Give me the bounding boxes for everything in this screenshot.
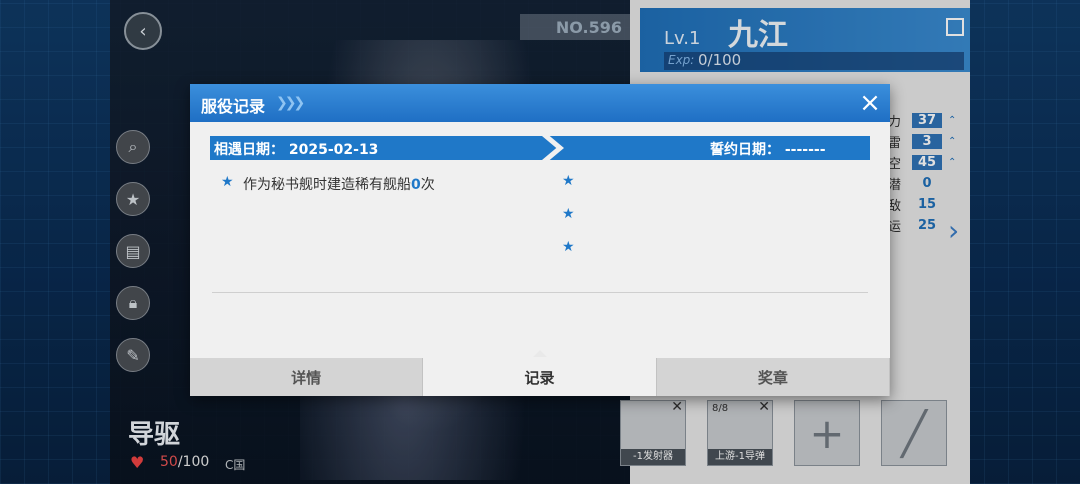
record-suffix: 次 — [420, 177, 435, 193]
chevrons-icon: ❯❯❯ — [276, 95, 305, 111]
record-item: 作为秘书舰时建造稀有舰船0次 — [243, 174, 435, 194]
dialog-title: 服役记录 — [201, 97, 266, 116]
arrow-divider — [542, 136, 564, 160]
met-date: 相遇日期： 2025-02-13 — [214, 139, 378, 159]
date-bar: 相遇日期： 2025-02-13 誓约日期： ------- — [210, 136, 870, 160]
oath-date-value: ------- — [784, 142, 826, 158]
star-icon: ★ — [221, 174, 234, 190]
dialog-tabs: 详情 记录 奖章 — [190, 358, 890, 396]
record-count: 0 — [411, 177, 421, 193]
record-text: 作为秘书舰时建造稀有舰船 — [243, 177, 411, 193]
tab-details[interactable]: 详情 — [190, 358, 424, 396]
tab-medals[interactable]: 奖章 — [656, 358, 890, 396]
active-tab-indicator — [533, 350, 547, 357]
star-icon: ★ — [562, 173, 575, 189]
oath-date: 誓约日期： ------- — [710, 139, 826, 159]
service-record-dialog: 服役记录 ❯❯❯ × 相遇日期： 2025-02-13 誓约日期： ------… — [190, 84, 890, 396]
divider — [212, 292, 868, 293]
close-icon[interactable]: × — [856, 89, 884, 117]
met-date-label: 相遇日期： — [214, 142, 284, 158]
oath-date-label: 誓约日期： — [710, 142, 780, 158]
star-icon: ★ — [562, 239, 575, 255]
met-date-value: 2025-02-13 — [288, 142, 379, 158]
dialog-header: 服役记录 ❯❯❯ × — [190, 84, 890, 122]
tab-records[interactable]: 记录 — [423, 358, 657, 396]
star-icon: ★ — [562, 206, 575, 222]
